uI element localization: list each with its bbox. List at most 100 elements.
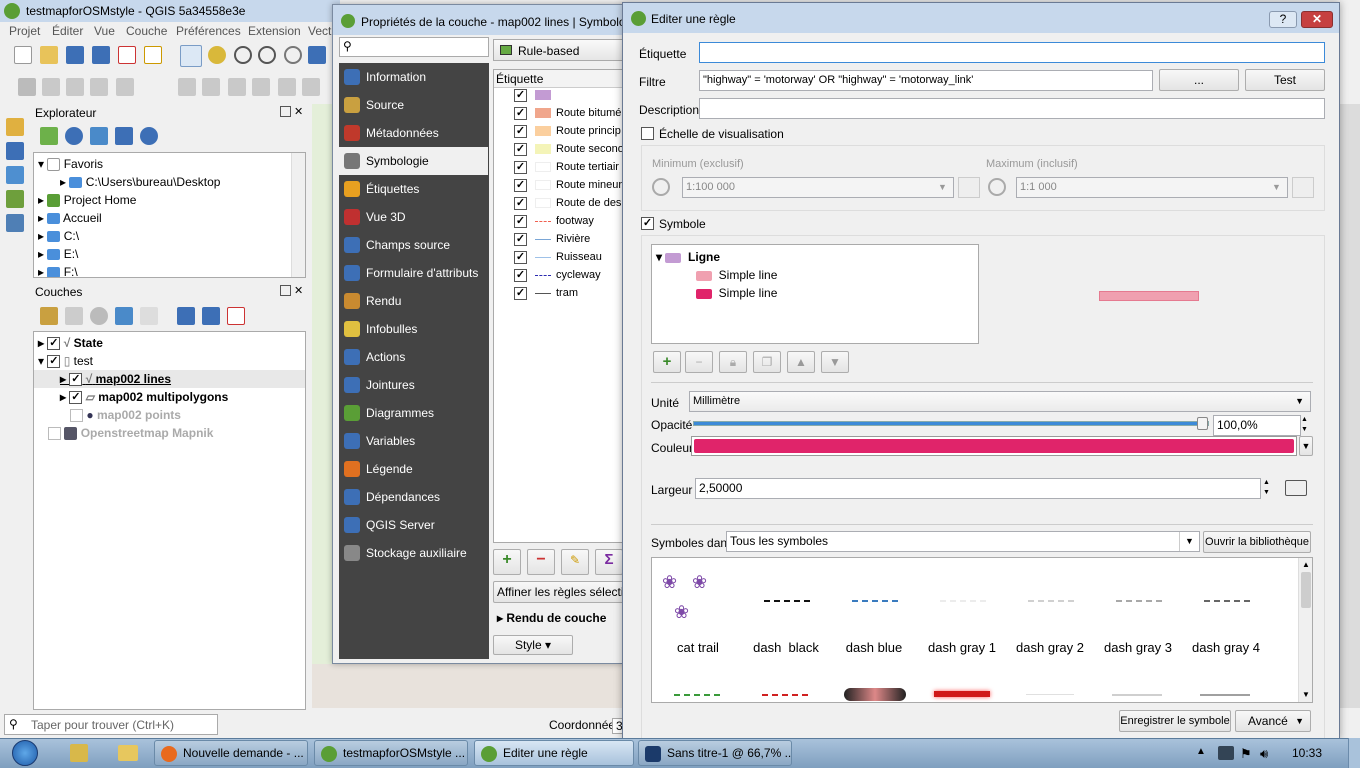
map-canvas-right[interactable] bbox=[1340, 104, 1360, 708]
float-panel-icon[interactable] bbox=[280, 106, 291, 117]
add-selected-icon[interactable] bbox=[40, 127, 58, 145]
opacity-input[interactable]: 100,0% bbox=[1213, 415, 1301, 436]
zoom-full-icon[interactable] bbox=[308, 46, 326, 64]
sidebar-item-symbology[interactable]: Symbologie bbox=[338, 147, 488, 175]
symbol-preview-light-gray[interactable] bbox=[1112, 694, 1162, 696]
scale-checkbox[interactable] bbox=[641, 126, 654, 141]
browser-item-favoris[interactable]: ▾ Favoris bbox=[38, 155, 103, 173]
pinned-explorer-icon[interactable] bbox=[118, 745, 138, 761]
sidebar-item-rendering[interactable]: Rendu bbox=[338, 287, 488, 315]
add-vector-icon[interactable] bbox=[6, 166, 24, 184]
menu-editer[interactable]: Éditer bbox=[52, 24, 83, 38]
save-as-icon[interactable] bbox=[92, 46, 110, 64]
menu-vue[interactable]: Vue bbox=[94, 24, 115, 38]
max-scale-current-icon[interactable] bbox=[1292, 177, 1314, 198]
save-edits-icon[interactable] bbox=[66, 78, 84, 96]
unit-select[interactable]: Millimètre ▼ bbox=[689, 391, 1311, 412]
remove-layer-icon[interactable] bbox=[227, 307, 245, 325]
browser-item-desktop[interactable]: ▸ C:\Users\bureau\Desktop bbox=[60, 173, 220, 191]
zoom-out-icon[interactable] bbox=[258, 46, 276, 64]
show-desktop-button[interactable] bbox=[1348, 738, 1360, 768]
sidebar-item-qgis-server[interactable]: QGIS Server bbox=[338, 511, 488, 539]
locator-search[interactable]: ⚲ Taper pour trouver (Ctrl+K) bbox=[4, 714, 218, 735]
rule-row[interactable]: ✓ Rivière bbox=[514, 230, 590, 248]
browser-item-c[interactable]: ▸ C:\ bbox=[38, 227, 79, 245]
new-print-layout-icon[interactable] bbox=[118, 46, 136, 64]
pan-icon[interactable] bbox=[180, 45, 202, 67]
add-layer-icon[interactable] bbox=[6, 142, 24, 160]
rule-row[interactable]: ✓ Route mineur bbox=[514, 176, 622, 194]
opacity-slider-handle[interactable] bbox=[1197, 417, 1208, 430]
rule-checkbox[interactable]: ✓ bbox=[514, 160, 527, 174]
symbol-cell[interactable]: ❀ ❀ ❀ cat trail bbox=[654, 562, 742, 655]
add-feature-icon[interactable] bbox=[90, 78, 108, 96]
float-layers-icon[interactable] bbox=[280, 285, 291, 296]
symbol-cell[interactable]: dash black bbox=[742, 562, 830, 655]
symbol-preview-dash-red[interactable] bbox=[762, 694, 808, 696]
width-spin-icon[interactable]: ▲ ▼ bbox=[1263, 478, 1275, 498]
layer-render-expander[interactable]: ▸ Rendu de couche bbox=[497, 611, 606, 625]
sidebar-item-variables[interactable]: Variables bbox=[338, 427, 488, 455]
close-button[interactable]: ✕ bbox=[1301, 11, 1333, 28]
tray-volume-icon[interactable]: 🔊︎ bbox=[1260, 746, 1268, 762]
rule-row[interactable]: ✓ Route secono bbox=[514, 140, 624, 158]
symbol-cell[interactable]: dash gray 2 bbox=[1006, 562, 1094, 655]
zoom-in-icon[interactable] bbox=[234, 46, 252, 64]
sidebar-item-source-fields[interactable]: Champs source bbox=[338, 231, 488, 259]
rule-checkbox[interactable]: ✓ bbox=[514, 286, 527, 300]
sidebar-item-legend[interactable]: Légende bbox=[338, 455, 488, 483]
sidebar-item-joins[interactable]: Jointures bbox=[338, 371, 488, 399]
start-button[interactable] bbox=[4, 738, 46, 768]
color-dropdown-button[interactable]: ▼ bbox=[1299, 436, 1313, 456]
style-layer-icon[interactable] bbox=[40, 307, 58, 325]
pinned-app-icon[interactable] bbox=[70, 744, 88, 762]
advanced-button[interactable]: Avancé ▼ bbox=[1235, 710, 1311, 732]
layer-group-test[interactable]: ▾ ✓ ▯ test bbox=[38, 352, 93, 370]
data-source-manager-icon[interactable] bbox=[6, 118, 24, 136]
browser-item-f[interactable]: ▸ F:\ bbox=[38, 263, 78, 277]
edit-pencil-icon[interactable] bbox=[42, 78, 60, 96]
symbol-layer-2[interactable]: Simple line bbox=[696, 284, 777, 302]
rule-row[interactable]: ✓ cycleway bbox=[514, 266, 601, 284]
style-button[interactable]: Style ▾ bbox=[493, 635, 573, 655]
width-input[interactable]: 2,50000 bbox=[695, 478, 1261, 499]
color-button[interactable] bbox=[691, 436, 1297, 456]
task-edit-rule[interactable]: Editer une règle bbox=[474, 740, 634, 766]
symbol-preview-dash-green[interactable] bbox=[674, 694, 720, 696]
data-defined-override-icon[interactable] bbox=[1285, 480, 1307, 496]
layer-map002-multipolygons[interactable]: ▸ ✓ ▱ map002 multipolygons bbox=[60, 388, 228, 406]
sidebar-item-tooltips[interactable]: Infobulles bbox=[338, 315, 488, 343]
sidebar-item-source[interactable]: Source bbox=[338, 91, 488, 119]
max-scale-dropdown-icon[interactable]: ▼ bbox=[1272, 182, 1281, 192]
add-group-icon[interactable] bbox=[65, 307, 83, 325]
sum-button[interactable]: Σ bbox=[595, 549, 623, 575]
layer-map002-points[interactable]: ● map002 points bbox=[60, 406, 181, 424]
collapse-all-icon[interactable] bbox=[115, 127, 133, 145]
rule-checkbox[interactable]: ✓ bbox=[514, 106, 527, 120]
symbol-cell[interactable]: dash gray 4 bbox=[1182, 562, 1270, 655]
browser-item-e[interactable]: ▸ E:\ bbox=[38, 245, 78, 263]
symbol-preview-faint-gray[interactable] bbox=[1026, 694, 1074, 695]
filter-legend-icon[interactable] bbox=[115, 307, 133, 325]
filter-input[interactable]: "highway" = 'motorway' OR "highway" = 'm… bbox=[699, 70, 1153, 91]
rule-row[interactable]: ✓ Route de des bbox=[514, 194, 621, 212]
filter-icon[interactable] bbox=[90, 127, 108, 145]
edit-rule-button[interactable]: ✎ bbox=[561, 549, 589, 575]
expression-builder-button[interactable]: ... bbox=[1159, 69, 1239, 91]
sidebar-item-metadata[interactable]: Métadonnées bbox=[338, 119, 488, 147]
rule-row[interactable]: ✓ Route princip bbox=[514, 122, 621, 140]
symbol-checkbox[interactable]: ✓ bbox=[641, 216, 654, 231]
visibility-icon[interactable] bbox=[90, 307, 108, 325]
menu-projet[interactable]: Projet bbox=[9, 24, 40, 38]
menu-preferences[interactable]: Préférences bbox=[176, 24, 241, 38]
rule-checkbox[interactable]: ✓ bbox=[514, 250, 527, 264]
close-panel-icon[interactable]: ✕ bbox=[294, 105, 303, 118]
cut-icon[interactable] bbox=[202, 78, 220, 96]
rule-row[interactable]: ✓ footway bbox=[514, 212, 594, 230]
min-scale-dropdown-icon[interactable]: ▼ bbox=[938, 182, 947, 192]
info-icon[interactable] bbox=[140, 127, 158, 145]
max-scale-input[interactable]: 1:1 000 bbox=[1016, 177, 1288, 198]
new-project-icon[interactable] bbox=[14, 46, 32, 64]
refine-rules-button[interactable]: Affiner les règles sélection bbox=[493, 581, 625, 603]
scroll-down-icon[interactable]: ▼ bbox=[1302, 690, 1310, 699]
